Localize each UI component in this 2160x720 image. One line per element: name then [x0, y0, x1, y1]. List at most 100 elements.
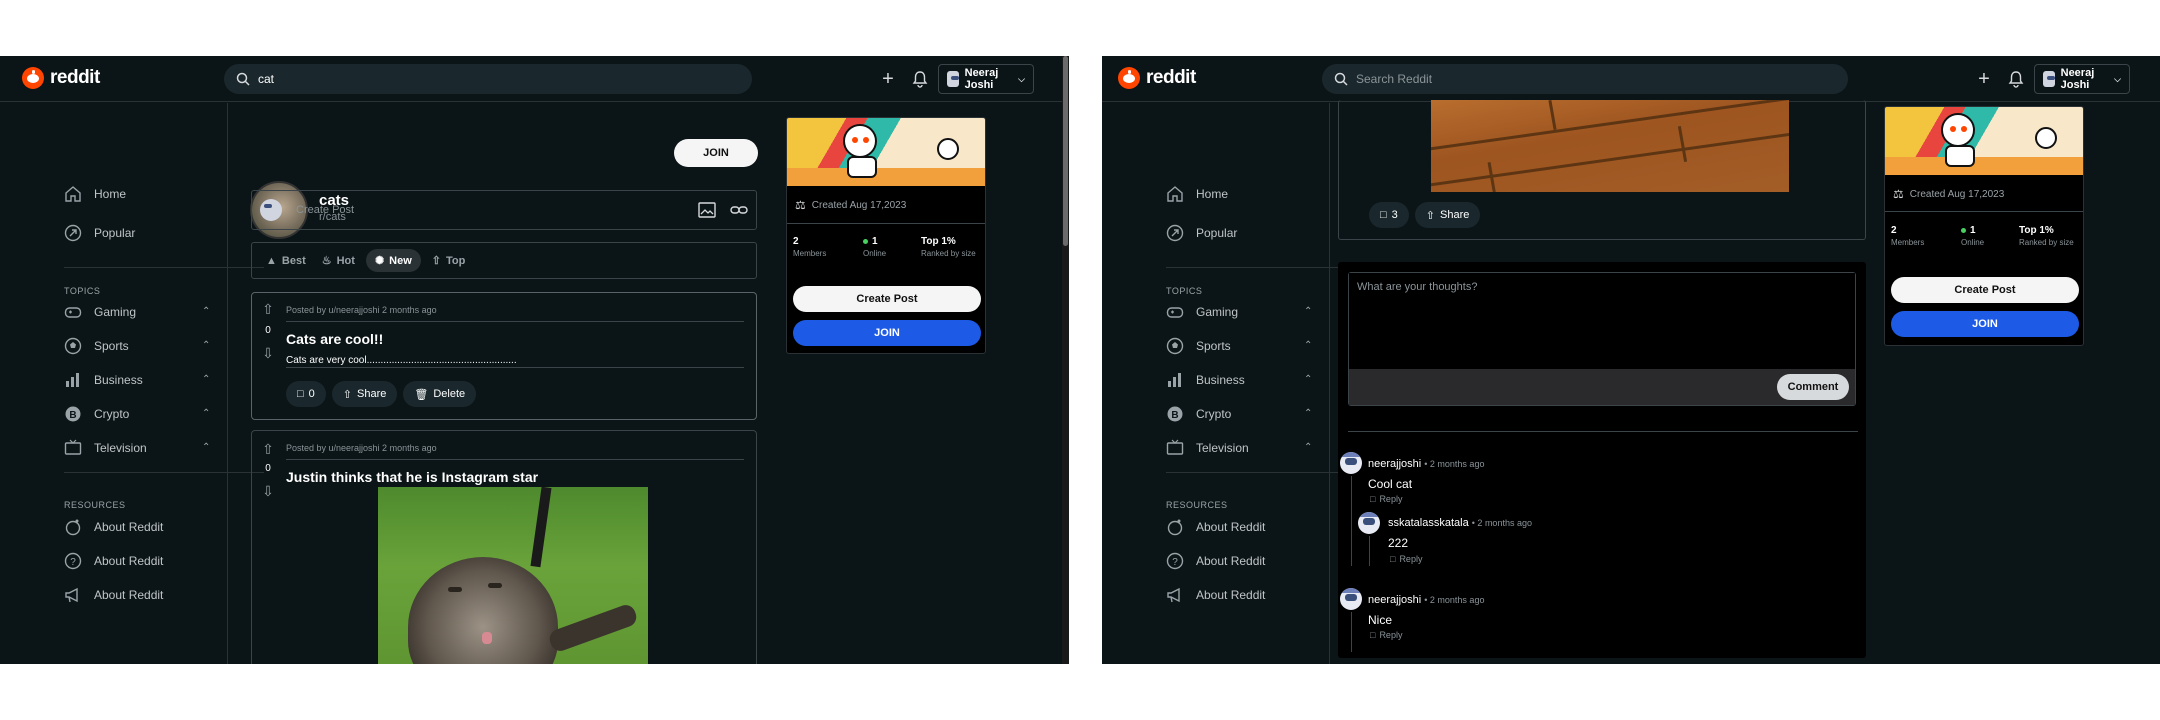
- sidebar-item-crypto[interactable]: B Crypto: [1166, 405, 1231, 423]
- join-button[interactable]: JOIN: [793, 320, 981, 346]
- post-title[interactable]: Justin thinks that he is Instagram star: [286, 469, 538, 485]
- create-post-bar[interactable]: Create Post: [251, 190, 757, 230]
- sidebar-item-advertise[interactable]: About Reddit: [64, 586, 163, 604]
- trash-icon: 🗑: [414, 388, 429, 401]
- online-stat: 1 Online: [863, 236, 886, 258]
- plus-icon[interactable]: +: [878, 69, 898, 89]
- sidebar-item-crypto[interactable]: B Crypto: [64, 405, 129, 423]
- chevron-up-icon[interactable]: ⌃: [202, 408, 210, 419]
- chevron-up-icon[interactable]: ⌃: [1304, 374, 1312, 385]
- sort-hot[interactable]: ♨ Hot: [322, 254, 355, 268]
- share-label: Share: [1440, 209, 1470, 221]
- share-button[interactable]: ⇧ Share: [1414, 202, 1481, 228]
- comment-time: • 2 months ago: [1424, 595, 1485, 605]
- plus-icon[interactable]: +: [1974, 69, 1994, 89]
- search-bar[interactable]: [1322, 64, 1848, 94]
- post-image[interactable]: [378, 487, 648, 664]
- sort-label: Hot: [336, 254, 355, 267]
- sidebar-item-advertise[interactable]: About Reddit: [1166, 586, 1265, 604]
- chevron-up-icon[interactable]: ⌃: [1304, 408, 1312, 419]
- comment-username[interactable]: neerajjoshi: [1368, 594, 1421, 606]
- chevron-up-icon[interactable]: ⌃: [202, 306, 210, 317]
- scrollbar[interactable]: [1062, 56, 1069, 664]
- create-post-input[interactable]: Create Post: [296, 204, 684, 216]
- create-post-button[interactable]: Create Post: [1891, 277, 2079, 303]
- rank-value: Top 1%: [2019, 225, 2054, 236]
- chevron-up-icon[interactable]: ⌃: [1304, 442, 1312, 453]
- chevron-up-icon[interactable]: ⌃: [202, 340, 210, 351]
- comment-author[interactable]: neerajjoshi • 2 months ago: [1368, 458, 1484, 470]
- thread-line[interactable]: [1351, 476, 1352, 566]
- upvote-icon[interactable]: ⇧: [260, 441, 276, 458]
- join-button[interactable]: JOIN: [674, 139, 758, 167]
- comment-icon: □: [1380, 209, 1387, 221]
- comment-textarea[interactable]: [1349, 273, 1855, 371]
- chevron-up-icon[interactable]: ⌃: [1304, 306, 1312, 317]
- about-icon: [1167, 519, 1183, 536]
- post-card[interactable]: ⇧ 0 ⇩ Posted by u/neerajjoshi 2 months a…: [251, 430, 757, 664]
- comment-author[interactable]: neerajjoshi • 2 months ago: [1368, 594, 1484, 606]
- post-title[interactable]: Cats are cool!!: [286, 331, 383, 347]
- sidebar-item-home[interactable]: Home: [1166, 185, 1228, 203]
- sidebar-item-television[interactable]: Television: [64, 439, 147, 457]
- user-menu[interactable]: Neeraj Joshi ⌵: [938, 64, 1034, 94]
- bell-icon[interactable]: [910, 69, 930, 89]
- search-input[interactable]: [258, 72, 723, 86]
- scroll-thumb[interactable]: [1063, 56, 1068, 246]
- reply-label: Reply: [1379, 494, 1403, 504]
- comment-time: • 2 months ago: [1471, 518, 1532, 528]
- thread-line[interactable]: [1369, 536, 1370, 566]
- chevron-up-icon[interactable]: ⌃: [202, 442, 210, 453]
- comment-icon: □: [1370, 494, 1376, 504]
- downvote-icon[interactable]: ⇩: [260, 483, 276, 500]
- sort-top[interactable]: ⇧ Top: [432, 254, 466, 268]
- reply-button[interactable]: □ Reply: [1390, 554, 1422, 564]
- delete-button[interactable]: 🗑 Delete: [403, 381, 477, 407]
- comment-username[interactable]: sskatalasskatala: [1388, 517, 1469, 529]
- downvote-icon[interactable]: ⇩: [260, 345, 276, 362]
- comment-button[interactable]: Comment: [1777, 374, 1849, 400]
- sidebar-item-about[interactable]: About Reddit: [64, 518, 163, 536]
- sidebar-item-popular[interactable]: Popular: [64, 224, 135, 242]
- sidebar-item-gaming[interactable]: Gaming: [64, 303, 136, 321]
- sidebar-item-sports[interactable]: Sports: [1166, 337, 1231, 355]
- sidebar-item-sports[interactable]: Sports: [64, 337, 129, 355]
- sidebar-item-television[interactable]: Television: [1166, 439, 1249, 457]
- sidebar-item-label: About Reddit: [1196, 520, 1266, 534]
- user-menu[interactable]: Neeraj Joshi ⌵: [2034, 64, 2130, 94]
- reddit-logo[interactable]: reddit: [1118, 67, 1196, 89]
- sidebar-item-gaming[interactable]: Gaming: [1166, 303, 1238, 321]
- link-icon[interactable]: [730, 202, 748, 218]
- sidebar-item-popular[interactable]: Popular: [1166, 224, 1237, 242]
- upvote-icon[interactable]: ⇧: [260, 301, 276, 318]
- share-button[interactable]: ⇧ Share: [331, 381, 398, 407]
- post-card[interactable]: ⇧ 0 ⇩ Posted by u/neerajjoshi 2 months a…: [251, 292, 757, 420]
- comment-author[interactable]: sskatalasskatala • 2 months ago: [1388, 517, 1532, 529]
- sidebar-item-about[interactable]: About Reddit: [1166, 518, 1265, 536]
- create-post-button[interactable]: Create Post: [793, 286, 981, 312]
- sidebar-item-business[interactable]: Business: [1166, 371, 1245, 389]
- sort-new[interactable]: ✺ New: [365, 249, 421, 272]
- search-bar[interactable]: [224, 64, 752, 94]
- post-image[interactable]: [1431, 100, 1789, 192]
- reply-button[interactable]: □ Reply: [1370, 630, 1402, 640]
- join-button[interactable]: JOIN: [1891, 311, 2079, 337]
- sidebar-item-home[interactable]: Home: [64, 185, 126, 203]
- chevron-up-icon[interactable]: ⌃: [1304, 340, 1312, 351]
- comment-username[interactable]: neerajjoshi: [1368, 458, 1421, 470]
- bell-icon[interactable]: [2006, 69, 2026, 89]
- sidebar-item-help[interactable]: ? About Reddit: [64, 552, 163, 570]
- members-value: 2: [793, 236, 799, 247]
- sort-best[interactable]: ▲ Best: [266, 255, 306, 267]
- reddit-logo[interactable]: reddit: [22, 67, 100, 89]
- sidebar-item-business[interactable]: Business: [64, 371, 143, 389]
- reply-button[interactable]: □ Reply: [1370, 494, 1402, 504]
- chevron-up-icon[interactable]: ⌃: [202, 374, 210, 385]
- thread-line[interactable]: [1351, 612, 1352, 652]
- image-icon[interactable]: [698, 202, 716, 218]
- comments-button[interactable]: □ 0: [286, 381, 326, 407]
- search-input[interactable]: [1356, 72, 1819, 86]
- sidebar-item-help[interactable]: ? About Reddit: [1166, 552, 1265, 570]
- crypto-icon: B: [65, 406, 81, 422]
- comments-button[interactable]: □ 3: [1369, 202, 1409, 228]
